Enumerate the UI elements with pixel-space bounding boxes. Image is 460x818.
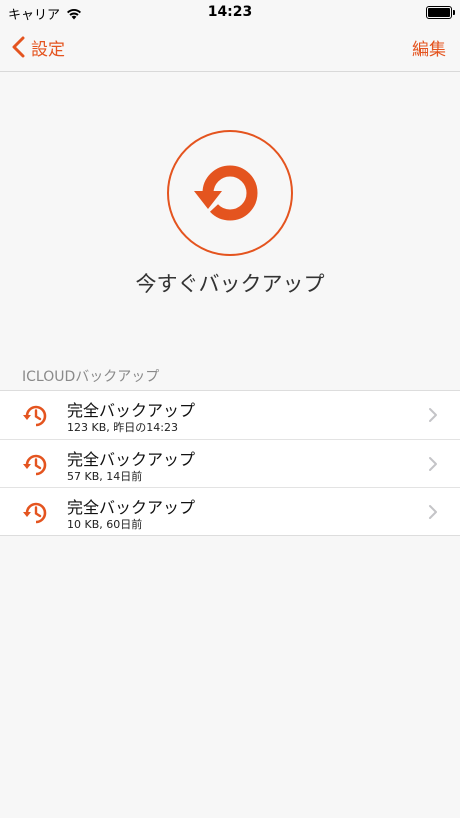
backup-now-section: 今すぐバックアップ xyxy=(0,130,460,298)
back-button-label: 設定 xyxy=(31,39,65,60)
chevron-left-icon xyxy=(12,36,25,58)
backup-title: 完全バックアップ xyxy=(67,401,196,420)
chevron-right-icon xyxy=(429,457,437,471)
list-item[interactable]: 完全バックアップ 57 KB, 14日前 xyxy=(0,439,460,487)
backup-now-button[interactable] xyxy=(167,130,293,256)
back-button[interactable]: 設定 xyxy=(12,34,65,60)
status-bar: キャリア 14:23 xyxy=(0,0,460,24)
navigation-bar: 設定 編集 xyxy=(0,24,460,72)
backup-subtitle: 123 KB, 昨日の14:23 xyxy=(67,421,178,434)
history-icon xyxy=(23,405,47,427)
list-item[interactable]: 完全バックアップ 123 KB, 昨日の14:23 xyxy=(0,391,460,439)
backup-subtitle: 10 KB, 60日前 xyxy=(67,518,143,531)
history-icon xyxy=(23,454,47,476)
backup-title: 完全バックアップ xyxy=(67,450,196,469)
chevron-right-icon xyxy=(429,505,437,519)
battery-icon xyxy=(426,6,455,19)
history-icon xyxy=(23,502,47,524)
backup-now-icon xyxy=(194,165,258,221)
backup-title: 完全バックアップ xyxy=(67,498,196,517)
status-time: 14:23 xyxy=(207,4,253,20)
backup-subtitle: 57 KB, 14日前 xyxy=(67,470,143,483)
list-item[interactable]: 完全バックアップ 10 KB, 60日前 xyxy=(0,487,460,535)
backup-now-label[interactable]: 今すぐバックアップ xyxy=(0,268,460,298)
section-header: ICLOUDバックアップ xyxy=(22,369,160,385)
edit-button[interactable]: 編集 xyxy=(412,35,446,60)
chevron-right-icon xyxy=(429,408,437,422)
backup-list: 完全バックアップ 123 KB, 昨日の14:23 完全バックアップ 57 KB… xyxy=(0,390,460,536)
